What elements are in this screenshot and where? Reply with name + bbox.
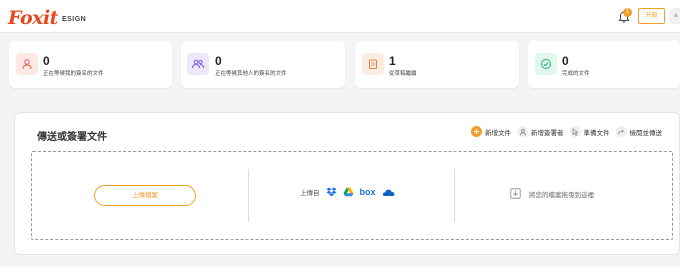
step-prepare-document[interactable]: 準備文件 [569, 126, 610, 137]
person-icon [16, 53, 38, 75]
divider [454, 169, 455, 222]
step-label: 準備文件 [583, 129, 610, 137]
dropbox-icon[interactable] [326, 187, 337, 197]
step-label: 新增文件 [485, 129, 511, 137]
plus-icon [471, 126, 482, 137]
people-icon [187, 53, 209, 75]
google-drive-icon[interactable] [343, 187, 354, 197]
download-icon [510, 188, 521, 199]
page-title: 傳送或簽署文件 [37, 132, 107, 143]
stat-card-waiting-for-me[interactable]: 0 正在等候我的簽名的文件 [9, 41, 172, 88]
step-label: 新增簽署者 [531, 129, 564, 137]
drag-files-text: 將您的檔案拖曳到這裡 [529, 191, 594, 199]
stat-card-waiting-for-others[interactable]: 0 正在等候其他人的簽名的文件 [181, 41, 345, 88]
stat-label: 從草稿繼續 [389, 71, 417, 77]
logo-text: Foxit [8, 7, 58, 29]
step-label: 檢閱並傳送 [629, 129, 663, 137]
upload-from-cloud: 上傳自 box [300, 187, 395, 197]
stat-count: 1 [389, 54, 396, 68]
step-add-signer[interactable]: 新增簽署者 [517, 126, 564, 137]
step-add-document[interactable]: 新增文件 [471, 126, 511, 137]
step-review-and-send[interactable]: 檢閱並傳送 [615, 126, 663, 137]
file-drop-zone[interactable]: 上傳檔案 上傳自 box 將您的檔案拖曳到這裡 [31, 151, 673, 240]
draft-icon [362, 53, 384, 75]
send-icon [615, 126, 627, 137]
box-icon[interactable]: box [360, 187, 376, 197]
workflow-steps: 新增文件 新增簽署者 準備文件 檢閱並傳送 [471, 126, 668, 137]
check-circle-icon [535, 53, 557, 75]
upgrade-button[interactable]: 升級 [638, 8, 665, 24]
stat-label: 完成的文件 [562, 71, 590, 77]
stat-card-completed[interactable]: 0 完成的文件 [528, 41, 680, 88]
upload-file-button[interactable]: 上傳檔案 [94, 185, 196, 206]
stat-label: 正在等候其他人的簽名的文件 [215, 71, 287, 77]
logo-subtitle: ESIGN [61, 16, 87, 23]
avatar[interactable]: a [670, 8, 680, 24]
pointer-icon [569, 126, 581, 137]
person-icon [517, 126, 528, 137]
foxit-esign-logo[interactable]: Foxit ESIGN [8, 6, 86, 28]
upload-from-label: 上傳自 [300, 190, 320, 197]
divider [248, 169, 249, 222]
top-bar: Foxit ESIGN 1 升級 a [0, 0, 680, 33]
stat-count: 0 [215, 54, 222, 68]
send-or-sign-panel: 傳送或簽署文件 新增文件 新增簽署者 準備文件 檢閱並傳送 上傳檔案 上傳自 b… [14, 112, 680, 255]
notification-badge: 1 [623, 8, 632, 17]
stat-label: 正在等候我的簽名的文件 [43, 71, 104, 77]
drag-hint: 將您的檔案拖曳到這裡 [510, 188, 594, 199]
stat-card-drafts[interactable]: 1 從草稿繼續 [355, 41, 519, 88]
onedrive-icon[interactable] [382, 188, 395, 197]
stat-count: 0 [43, 54, 50, 68]
stat-count: 0 [562, 54, 569, 68]
